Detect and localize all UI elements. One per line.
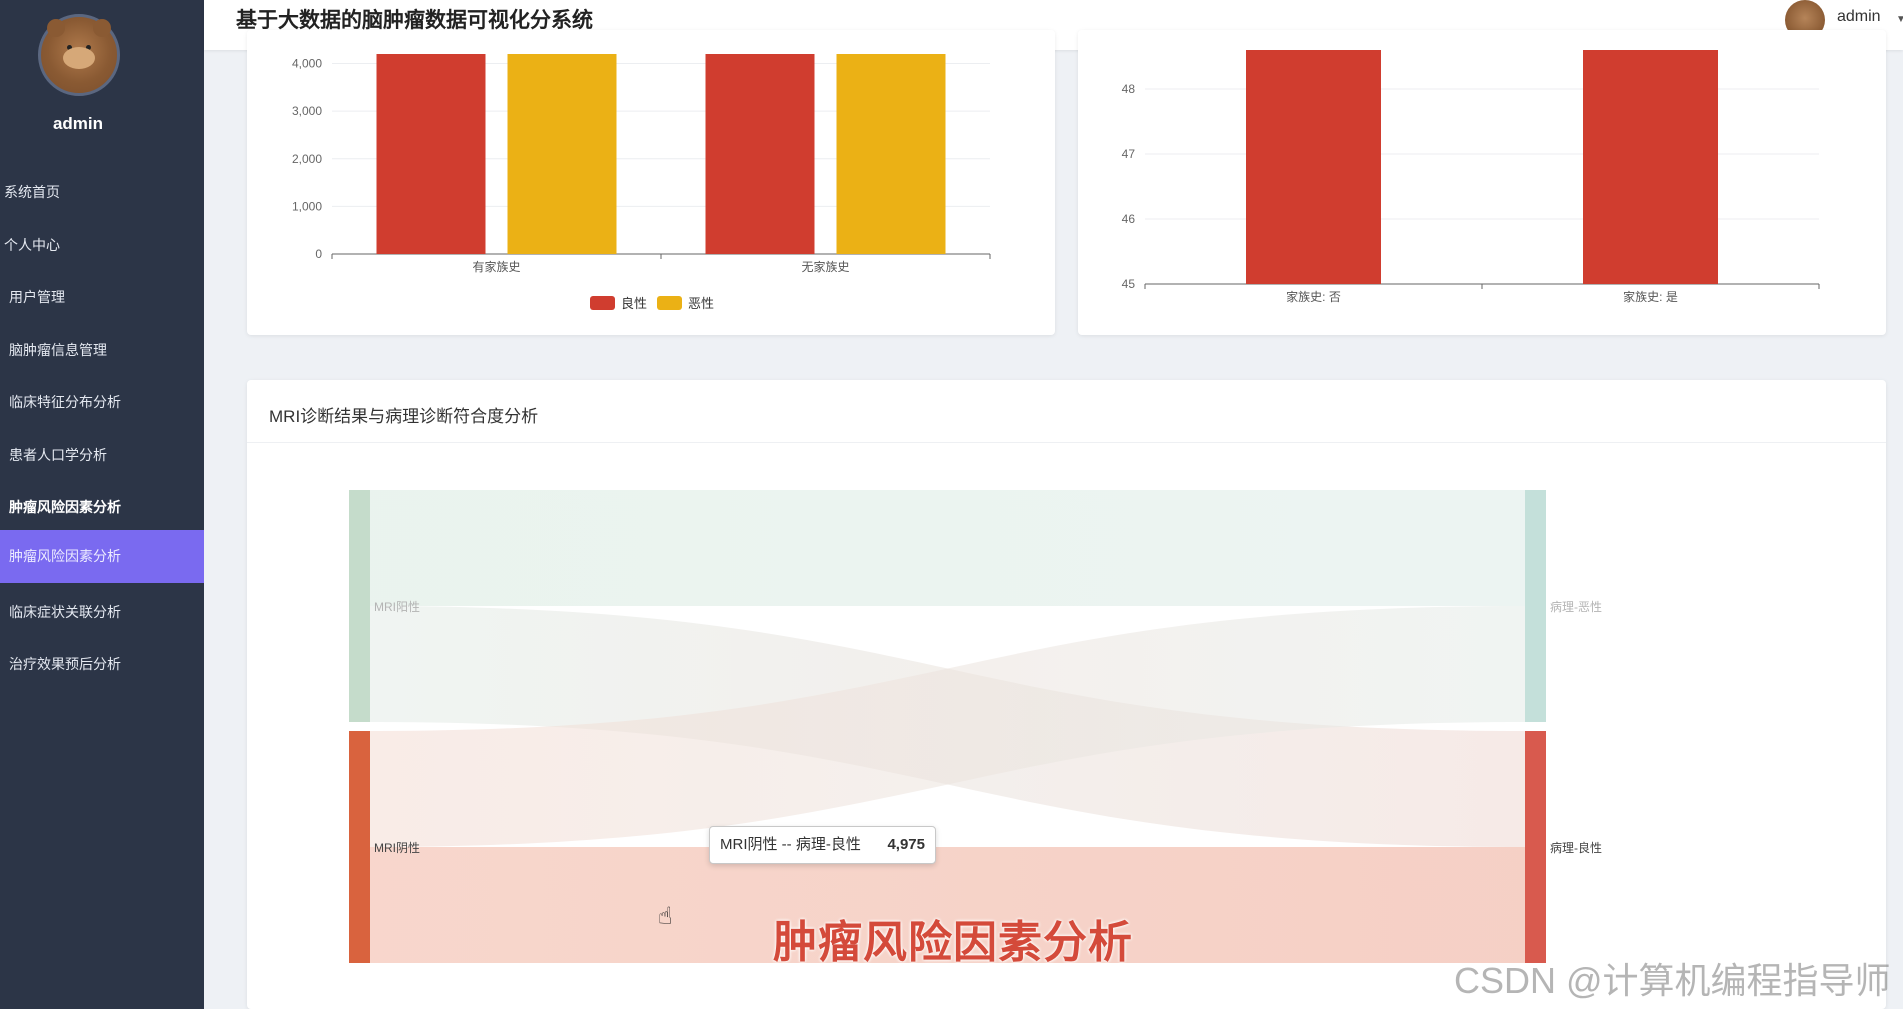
tooltip-label: MRI阴性 -- 病理-良性 <box>720 836 861 853</box>
y-tick-label: 4,000 <box>292 57 322 71</box>
family-history-bar-chart-2: 45 46 47 48 家族史: 否 家族史: 是 <box>1122 50 1820 304</box>
sankey-node-label: 病理-恶性 <box>1550 599 1602 614</box>
x-tick-label: 有家族史 <box>472 259 520 274</box>
x-tick-label: 家族史: 是 <box>1623 289 1678 304</box>
sidebar-item-9[interactable]: 治疗效果预后分析 <box>0 640 204 688</box>
sidebar: admin 系统首页个人中心 用户管理脑肿瘤信息管理 临床特征分布分析 患者人口学分析… <box>0 0 204 1009</box>
sidebar-item-2[interactable]: 用户管理 <box>0 273 204 321</box>
sankey-node-病理-恶性 <box>1525 490 1546 722</box>
chart-card-family-history-2: 45 46 47 48 家族史: 否 家族史: 是 <box>1078 30 1886 335</box>
watermark: CSDN @计算机编程指导师 <box>1454 960 1891 1001</box>
y-tick-label: 45 <box>1122 277 1136 291</box>
bar-良性 <box>705 54 815 254</box>
sidebar-item-4[interactable]: 临床特征分布分析 <box>0 378 204 426</box>
bar-良性 <box>376 54 486 254</box>
x-tick-label: 家族史: 否 <box>1286 289 1341 304</box>
sankey-node-label: MRI阴性 <box>374 841 420 855</box>
family-history-bar-chart: 0 1,000 2,000 3,000 4,000 有家族史 无家族史良性 恶性 <box>292 54 991 311</box>
header-username[interactable]: admin <box>1837 8 1881 26</box>
sankey-tooltip: MRI阴性 -- 病理-良性 4,975 <box>709 826 936 864</box>
sidebar-item-1[interactable]: 个人中心 <box>0 221 204 269</box>
sankey-node-MRI阴性 <box>349 731 370 963</box>
sidebar-item-8[interactable]: 临床症状关联分析 <box>0 588 204 636</box>
y-tick-label: 1,000 <box>292 199 322 213</box>
bar <box>1246 50 1381 284</box>
bar-恶性 <box>836 54 946 254</box>
sidebar-username: admin <box>52 114 104 133</box>
chevron-down-icon[interactable]: ▼ <box>1896 14 1903 25</box>
y-tick-label: 3,000 <box>292 104 322 118</box>
legend-swatch-良性 <box>590 296 615 310</box>
sidebar-item-0[interactable]: 系统首页 <box>0 168 204 216</box>
chart-card-family-history: 0 1,000 2,000 3,000 4,000 有家族史 无家族史良性 恶性 <box>247 30 1055 335</box>
y-tick-label: 47 <box>1122 147 1136 161</box>
sidebar-item-7[interactable]: 肿瘤风险因素分析 <box>0 530 204 583</box>
y-tick-label: 48 <box>1122 82 1136 96</box>
bar <box>1583 50 1718 284</box>
legend-label: 良性 <box>621 296 647 311</box>
sidebar-item-3[interactable]: 脑肿瘤信息管理 <box>0 326 204 374</box>
user-avatar[interactable] <box>38 14 120 96</box>
sankey-link-MRI阳性-病理-恶性 <box>370 490 1525 606</box>
sankey-node-label: MRI阳性 <box>374 600 420 614</box>
legend-swatch-恶性 <box>657 296 682 310</box>
sankey-node-label: 病理-良性 <box>1550 840 1602 855</box>
y-tick-label: 46 <box>1122 212 1136 226</box>
legend-label: 恶性 <box>688 296 714 311</box>
tooltip-value: 4,975 <box>887 836 925 853</box>
y-tick-label: 2,000 <box>292 152 322 166</box>
sidebar-item-5[interactable]: 患者人口学分析 <box>0 431 204 479</box>
bar-恶性 <box>507 54 617 254</box>
x-tick-label: 无家族史 <box>801 259 849 274</box>
video-caption: 肿瘤风险因素分析 <box>773 918 1133 967</box>
y-tick-label: 0 <box>315 247 322 261</box>
sankey-node-MRI阳性 <box>349 490 370 722</box>
hand-cursor-icon: ☝ <box>658 903 673 930</box>
sidebar-item-6[interactable]: 肿瘤风险因素分析 <box>0 483 204 531</box>
sankey-node-病理-良性 <box>1525 731 1546 963</box>
